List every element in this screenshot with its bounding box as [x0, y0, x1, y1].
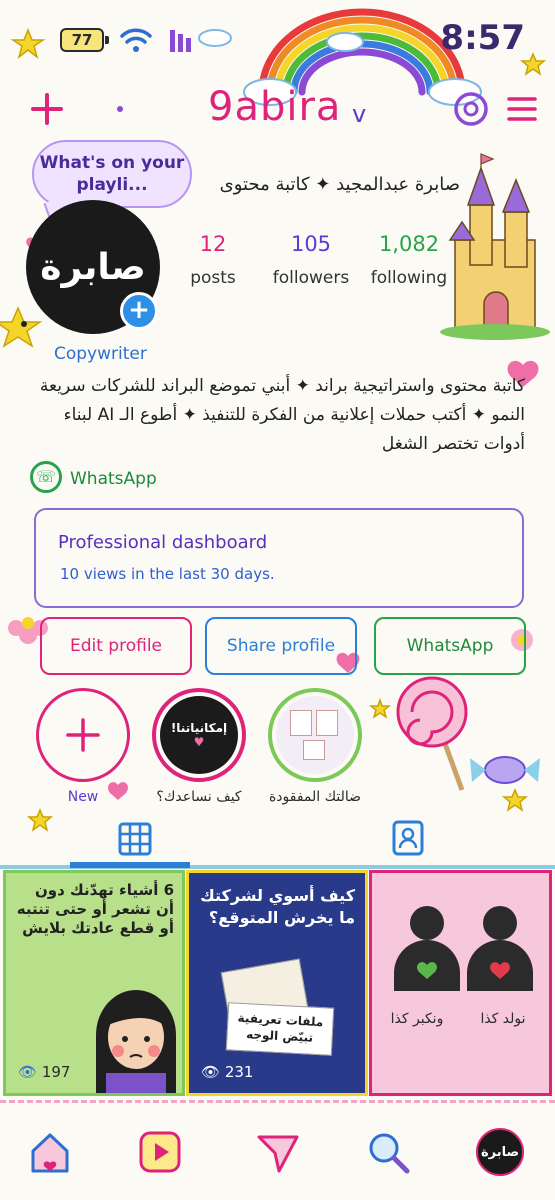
chevron-down-icon[interactable]: v — [352, 100, 366, 128]
nav-search[interactable] — [358, 1122, 418, 1182]
reels-icon — [139, 1131, 181, 1173]
edit-profile-button[interactable]: Edit profile — [40, 617, 192, 675]
dashboard-title: Professional dashboard — [58, 532, 268, 553]
silhouette-illustration — [394, 906, 533, 991]
nav-home[interactable] — [20, 1122, 80, 1182]
profile-icon: صابرة — [476, 1128, 524, 1176]
tab-active-indicator — [70, 862, 190, 868]
post-title: 6 أشياء تهدّنك دون أن تشعر أو حتى تنتبه … — [16, 881, 174, 937]
stat-value: 105 — [290, 232, 332, 256]
highlight-cover — [276, 696, 354, 774]
whatsapp-icon: ☏ — [30, 461, 62, 493]
post-card-text: ملفات تعريفية تبيّض الوجه — [225, 1002, 335, 1056]
bio-text: كاتبة محتوى واستراتيجية براند ✦ أبني تمو… — [39, 376, 525, 454]
dot-decoration — [117, 106, 123, 112]
stat-posts[interactable]: 12 posts — [168, 232, 258, 288]
home-icon — [31, 1133, 69, 1173]
wifi-icon — [120, 28, 152, 52]
post-tile[interactable]: ونكبر كذا نولد كذا — [369, 870, 552, 1096]
view-count-value: 231 — [224, 1063, 254, 1081]
view-count-value: 197 — [41, 1063, 71, 1081]
search-icon — [369, 1133, 410, 1174]
post-tile[interactable]: كيف أسوي لشركتك ما يخرش المتوقع؟ ملفات ت… — [186, 870, 368, 1096]
create-plus-icon[interactable] — [30, 92, 64, 126]
add-story-button[interactable]: + — [120, 292, 158, 330]
eye-icon: 👁 — [18, 1063, 38, 1081]
stat-followers[interactable]: 105 followers — [266, 232, 356, 288]
stat-value: 12 — [199, 232, 227, 256]
signal-icon — [170, 30, 191, 52]
new-highlight-button[interactable] — [36, 688, 130, 782]
highlight-cover-text: إمكانياتنا! — [170, 721, 228, 735]
highlight-label: ضالتك المفقودة — [268, 789, 362, 805]
status-time: 8:57 — [440, 18, 525, 58]
highlight-cover: إمكانياتنا! ♥ — [160, 696, 238, 774]
grid-icon[interactable] — [118, 822, 152, 856]
heart-icon: ♥ — [193, 735, 205, 749]
professional-dashboard[interactable] — [34, 508, 524, 608]
threads-icon[interactable] — [452, 90, 490, 128]
stat-label: followers — [272, 268, 350, 288]
doc-thumbnail — [316, 710, 338, 736]
post-title: كيف أسوي لشركتك ما يخرش المتوقع؟ — [200, 886, 355, 927]
post-caption: ونكبر كذا — [390, 1011, 444, 1027]
battery-indicator: 77 — [60, 28, 109, 52]
whatsapp-button[interactable]: WhatsApp — [374, 617, 526, 675]
highlight-label: New — [67, 789, 99, 805]
menu-icon[interactable] — [506, 94, 538, 124]
stat-label: following — [370, 268, 448, 288]
full-name: صابرة عبدالمجيد ✦ كاتبة محتوى — [219, 174, 460, 195]
view-count: 👁 231 — [201, 1063, 253, 1081]
nav-messages[interactable] — [248, 1122, 308, 1182]
share-profile-button[interactable]: Share profile — [205, 617, 357, 675]
tagged-icon[interactable] — [392, 820, 424, 856]
whatsapp-link[interactable]: WhatsApp — [70, 469, 157, 489]
highlight-dalatak[interactable] — [268, 688, 362, 782]
highlight-label: كيف نساعدك؟ — [156, 789, 242, 805]
view-count: 👁 197 — [18, 1063, 70, 1081]
nav-reels[interactable] — [130, 1122, 190, 1182]
username[interactable]: 9abira — [208, 84, 341, 130]
eye-icon: 👁 — [201, 1063, 221, 1081]
doc-thumbnail — [290, 710, 312, 736]
doc-thumbnail — [303, 740, 325, 760]
girl-illustration — [96, 990, 176, 1093]
highlight-kaif-nusaeduk[interactable]: إمكانياتنا! ♥ — [152, 688, 246, 782]
send-icon — [257, 1135, 299, 1173]
dashboard-subtitle: 10 views in the last 30 days. — [60, 565, 275, 583]
plus-icon — [66, 718, 100, 752]
nav-profile[interactable]: صابرة — [470, 1122, 530, 1182]
stat-label: posts — [190, 268, 236, 288]
post-tile[interactable]: 6 أشياء تهدّنك دون أن تشعر أو حتى تنتبه … — [3, 870, 185, 1096]
category-label: Copywriter — [54, 344, 147, 364]
stat-value: 1,082 — [378, 232, 440, 256]
stat-following[interactable]: 1,082 following — [364, 232, 454, 288]
post-caption: نولد كذا — [480, 1011, 526, 1027]
